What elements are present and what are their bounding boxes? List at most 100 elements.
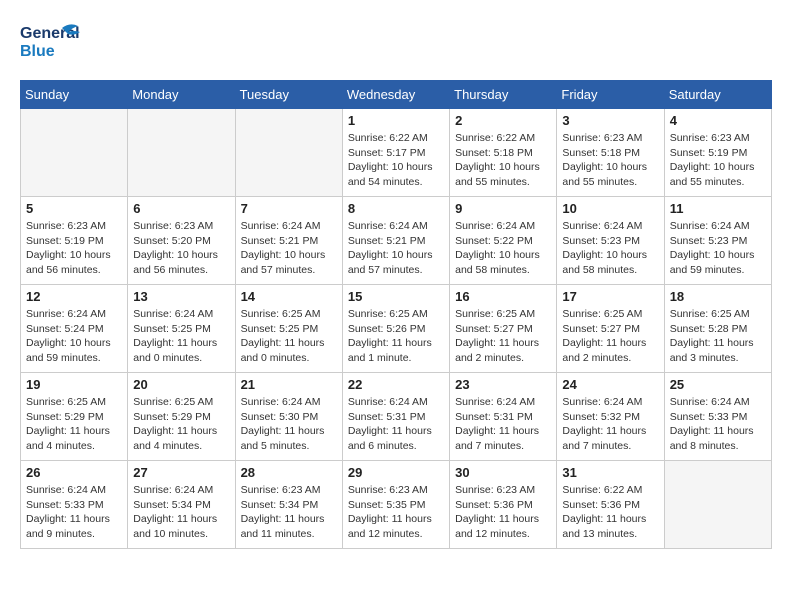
day-number: 17: [562, 289, 658, 304]
day-info: Sunrise: 6:25 AMSunset: 5:26 PMDaylight:…: [348, 307, 444, 366]
day-number: 16: [455, 289, 551, 304]
calendar-day-cell: 17 Sunrise: 6:25 AMSunset: 5:27 PMDayligh…: [557, 285, 664, 373]
day-info: Sunrise: 6:24 AMSunset: 5:23 PMDaylight:…: [670, 219, 766, 278]
day-info: Sunrise: 6:25 AMSunset: 5:27 PMDaylight:…: [455, 307, 551, 366]
day-info: Sunrise: 6:24 AMSunset: 5:23 PMDaylight:…: [562, 219, 658, 278]
day-number: 21: [241, 377, 337, 392]
day-info: Sunrise: 6:24 AMSunset: 5:32 PMDaylight:…: [562, 395, 658, 454]
day-info: Sunrise: 6:23 AMSunset: 5:34 PMDaylight:…: [241, 483, 337, 542]
day-info: Sunrise: 6:24 AMSunset: 5:21 PMDaylight:…: [241, 219, 337, 278]
day-number: 8: [348, 201, 444, 216]
calendar-header-row: SundayMondayTuesdayWednesdayThursdayFrid…: [21, 81, 772, 109]
day-number: 15: [348, 289, 444, 304]
day-number: 23: [455, 377, 551, 392]
day-info: Sunrise: 6:24 AMSunset: 5:31 PMDaylight:…: [348, 395, 444, 454]
day-info: Sunrise: 6:25 AMSunset: 5:28 PMDaylight:…: [670, 307, 766, 366]
svg-text:Blue: Blue: [20, 43, 55, 60]
calendar-day-header: Tuesday: [235, 81, 342, 109]
calendar-day-cell: 25 Sunrise: 6:24 AMSunset: 5:33 PMDayligh…: [664, 373, 771, 461]
calendar-day-cell: 19 Sunrise: 6:25 AMSunset: 5:29 PMDayligh…: [21, 373, 128, 461]
calendar-day-cell: 2Sunrise: 6:22 AMSunset: 5:18 PMDaylight…: [450, 109, 557, 197]
calendar-day-cell: 7 Sunrise: 6:24 AMSunset: 5:21 PMDaylight…: [235, 197, 342, 285]
day-number: 30: [455, 465, 551, 480]
day-info: Sunrise: 6:24 AMSunset: 5:30 PMDaylight:…: [241, 395, 337, 454]
calendar-day-cell: 12Sunrise: 6:24 AMSunset: 5:24 PMDayligh…: [21, 285, 128, 373]
day-info: Sunrise: 6:25 AMSunset: 5:29 PMDaylight:…: [133, 395, 229, 454]
day-info: Sunrise: 6:24 AMSunset: 5:33 PMDaylight:…: [26, 483, 122, 542]
day-number: 10: [562, 201, 658, 216]
calendar-day-cell: 6 Sunrise: 6:23 AMSunset: 5:20 PMDaylight…: [128, 197, 235, 285]
calendar-day-cell: [21, 109, 128, 197]
calendar-day-header: Thursday: [450, 81, 557, 109]
day-info: Sunrise: 6:24 AMSunset: 5:22 PMDaylight:…: [455, 219, 551, 278]
day-info: Sunrise: 6:22 AMSunset: 5:36 PMDaylight:…: [562, 483, 658, 542]
calendar-day-cell: 11 Sunrise: 6:24 AMSunset: 5:23 PMDayligh…: [664, 197, 771, 285]
calendar-day-header: Saturday: [664, 81, 771, 109]
calendar-table: SundayMondayTuesdayWednesdayThursdayFrid…: [20, 80, 772, 549]
logo: General Blue: [20, 20, 80, 64]
day-number: 22: [348, 377, 444, 392]
calendar-day-cell: 10 Sunrise: 6:24 AMSunset: 5:23 PMDayligh…: [557, 197, 664, 285]
calendar-day-cell: 28 Sunrise: 6:23 AMSunset: 5:34 PMDayligh…: [235, 461, 342, 549]
calendar-week-row: 5 Sunrise: 6:23 AMSunset: 5:19 PMDaylight…: [21, 197, 772, 285]
calendar-day-cell: 22 Sunrise: 6:24 AMSunset: 5:31 PMDayligh…: [342, 373, 449, 461]
calendar-day-cell: 13 Sunrise: 6:24 AMSunset: 5:25 PMDayligh…: [128, 285, 235, 373]
day-number: 18: [670, 289, 766, 304]
calendar-day-cell: 23 Sunrise: 6:24 AMSunset: 5:31 PMDayligh…: [450, 373, 557, 461]
day-number: 1: [348, 113, 444, 128]
calendar-day-cell: 1Sunrise: 6:22 AMSunset: 5:17 PMDaylight…: [342, 109, 449, 197]
day-info: Sunrise: 6:24 AMSunset: 5:31 PMDaylight:…: [455, 395, 551, 454]
calendar-day-cell: 24 Sunrise: 6:24 AMSunset: 5:32 PMDayligh…: [557, 373, 664, 461]
calendar-day-header: Friday: [557, 81, 664, 109]
day-info: Sunrise: 6:23 AMSunset: 5:35 PMDaylight:…: [348, 483, 444, 542]
day-info: Sunrise: 6:24 AMSunset: 5:25 PMDaylight:…: [133, 307, 229, 366]
calendar-day-cell: 30 Sunrise: 6:23 AMSunset: 5:36 PMDayligh…: [450, 461, 557, 549]
day-number: 31: [562, 465, 658, 480]
day-info: Sunrise: 6:24 AMSunset: 5:21 PMDaylight:…: [348, 219, 444, 278]
day-info: Sunrise: 6:23 AMSunset: 5:19 PMDaylight:…: [670, 131, 766, 190]
day-number: 9: [455, 201, 551, 216]
calendar-day-cell: 20 Sunrise: 6:25 AMSunset: 5:29 PMDayligh…: [128, 373, 235, 461]
calendar-day-cell: 27 Sunrise: 6:24 AMSunset: 5:34 PMDayligh…: [128, 461, 235, 549]
day-info: Sunrise: 6:24 AMSunset: 5:24 PMDaylight:…: [26, 307, 122, 366]
calendar-day-cell: 15 Sunrise: 6:25 AMSunset: 5:26 PMDayligh…: [342, 285, 449, 373]
calendar-day-header: Sunday: [21, 81, 128, 109]
day-number: 4: [670, 113, 766, 128]
day-info: Sunrise: 6:25 AMSunset: 5:27 PMDaylight:…: [562, 307, 658, 366]
day-number: 6: [133, 201, 229, 216]
day-info: Sunrise: 6:25 AMSunset: 5:25 PMDaylight:…: [241, 307, 337, 366]
calendar-day-cell: [664, 461, 771, 549]
page-header: General Blue: [20, 20, 772, 64]
day-number: 11: [670, 201, 766, 216]
day-number: 13: [133, 289, 229, 304]
calendar-week-row: 19 Sunrise: 6:25 AMSunset: 5:29 PMDayligh…: [21, 373, 772, 461]
day-info: Sunrise: 6:23 AMSunset: 5:36 PMDaylight:…: [455, 483, 551, 542]
calendar-day-cell: 16 Sunrise: 6:25 AMSunset: 5:27 PMDayligh…: [450, 285, 557, 373]
day-number: 3: [562, 113, 658, 128]
day-number: 19: [26, 377, 122, 392]
logo-icon: General Blue: [20, 20, 80, 64]
day-info: Sunrise: 6:22 AMSunset: 5:18 PMDaylight:…: [455, 131, 551, 190]
day-number: 24: [562, 377, 658, 392]
day-info: Sunrise: 6:25 AMSunset: 5:29 PMDaylight:…: [26, 395, 122, 454]
calendar-day-cell: 8 Sunrise: 6:24 AMSunset: 5:21 PMDaylight…: [342, 197, 449, 285]
calendar-day-header: Wednesday: [342, 81, 449, 109]
calendar-day-cell: 31 Sunrise: 6:22 AMSunset: 5:36 PMDayligh…: [557, 461, 664, 549]
day-number: 14: [241, 289, 337, 304]
day-info: Sunrise: 6:23 AMSunset: 5:19 PMDaylight:…: [26, 219, 122, 278]
calendar-day-cell: [235, 109, 342, 197]
day-number: 25: [670, 377, 766, 392]
calendar-day-cell: 14 Sunrise: 6:25 AMSunset: 5:25 PMDayligh…: [235, 285, 342, 373]
day-number: 28: [241, 465, 337, 480]
day-number: 20: [133, 377, 229, 392]
day-info: Sunrise: 6:24 AMSunset: 5:33 PMDaylight:…: [670, 395, 766, 454]
calendar-week-row: 1Sunrise: 6:22 AMSunset: 5:17 PMDaylight…: [21, 109, 772, 197]
day-number: 7: [241, 201, 337, 216]
calendar-day-cell: 9 Sunrise: 6:24 AMSunset: 5:22 PMDaylight…: [450, 197, 557, 285]
calendar-day-cell: 29Sunrise: 6:23 AMSunset: 5:35 PMDayligh…: [342, 461, 449, 549]
day-number: 26: [26, 465, 122, 480]
day-number: 27: [133, 465, 229, 480]
day-number: 5: [26, 201, 122, 216]
day-info: Sunrise: 6:24 AMSunset: 5:34 PMDaylight:…: [133, 483, 229, 542]
day-info: Sunrise: 6:23 AMSunset: 5:20 PMDaylight:…: [133, 219, 229, 278]
